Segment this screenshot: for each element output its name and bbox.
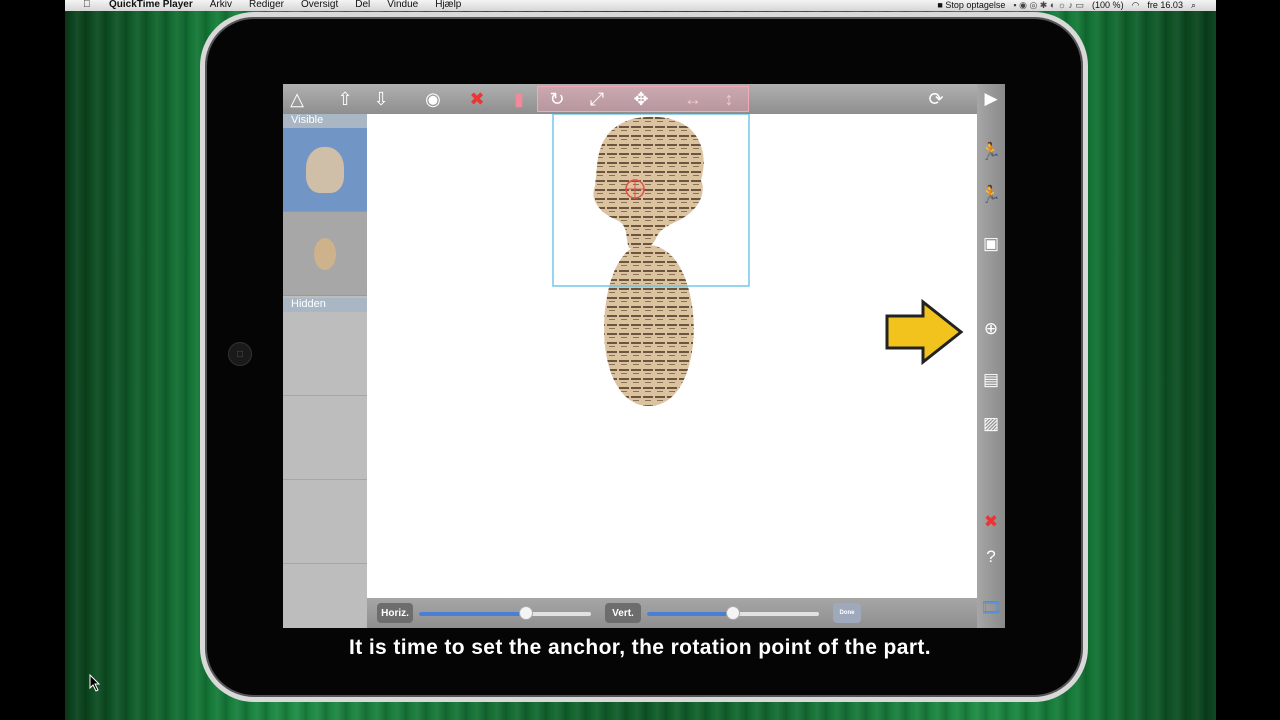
delete-icon[interactable]: ✖ — [465, 88, 489, 110]
visible-label: Visible — [283, 114, 367, 128]
spotlight-icon[interactable]: ⌕ — [1191, 0, 1196, 10]
bottom-toolbar: Horiz. Vert. Done — [367, 598, 977, 628]
parts-panel: Visible Hidden — [283, 114, 367, 628]
puppet-body — [604, 244, 694, 406]
vert-slider-fill — [647, 612, 733, 616]
layer-icon[interactable]: ▮ — [507, 88, 531, 110]
arrow-up-icon[interactable]: ⇧ — [333, 88, 357, 110]
menu-oversigt[interactable]: Oversigt — [301, 0, 338, 10]
arrow-down-icon[interactable]: ⇩ — [369, 88, 393, 110]
export-icon[interactable]: ▨ — [979, 412, 1003, 436]
menu-del[interactable]: Del — [355, 0, 370, 10]
image-icon[interactable]: ▣ — [979, 232, 1003, 256]
horiz-slider[interactable] — [419, 606, 591, 620]
expand-icon[interactable]: ⤢ — [585, 88, 609, 110]
delete-puppet-icon[interactable]: ✖ — [979, 510, 1003, 534]
horiz-slider-knob[interactable] — [518, 606, 533, 620]
part-thumbnail-body[interactable] — [283, 212, 367, 296]
vert-button[interactable]: Vert. — [605, 603, 641, 623]
apple-icon[interactable]:  — [83, 0, 91, 10]
app-screen: △ ⇧ ⇩ ◉ ✖ ▮ ↻ ⤢ ✥ ↔ ↕ ⟳ ▶ 🏃 🏃 ▣ ⊕ ▤ ▨ ✖ … — [283, 84, 1005, 628]
home-button[interactable]: □ — [228, 342, 252, 366]
puppet-head — [593, 116, 704, 250]
horiz-button[interactable]: Horiz. — [377, 603, 413, 623]
undo-icon[interactable]: ⟳ — [924, 88, 948, 110]
battery-status: (100 %) — [1092, 0, 1124, 10]
subtitle-caption: It is time to set the anchor, the rotati… — [348, 636, 932, 659]
empty-slot[interactable] — [283, 564, 367, 628]
puppet-2-icon[interactable]: 🏃 — [979, 183, 1003, 207]
done-button[interactable]: Done — [833, 603, 861, 623]
empty-slot[interactable] — [283, 312, 367, 396]
top-toolbar: △ ⇧ ⇩ ◉ ✖ ▮ ↻ ⤢ ✥ ↔ ↕ ⟳ — [283, 84, 977, 114]
empty-slot[interactable] — [283, 480, 367, 564]
eye-icon[interactable]: ◉ — [421, 88, 445, 110]
horiz-slider-fill — [419, 612, 526, 616]
vert-slider[interactable] — [647, 606, 819, 620]
yellow-arrow-pointer-icon — [885, 298, 964, 366]
save-icon[interactable]: ▤ — [979, 368, 1003, 392]
hidden-label: Hidden — [283, 298, 367, 312]
film-icon[interactable]: 🎞 — [979, 596, 1003, 620]
stop-recording-item[interactable]: ■ Stop optagelse — [937, 0, 1005, 10]
editing-canvas[interactable] — [367, 113, 977, 598]
horizontal-move-icon[interactable]: ↔ — [681, 88, 705, 110]
wifi-icon[interactable]: ◠ — [1132, 0, 1140, 10]
anchor-icon[interactable]: ⊕ — [979, 317, 1003, 341]
play-icon[interactable]: ▶ — [979, 87, 1003, 111]
part-thumbnail-head[interactable] — [283, 128, 367, 212]
clock[interactable]: fre 16.03 — [1147, 0, 1183, 10]
arrow-up-outline-icon[interactable]: △ — [285, 88, 309, 110]
body-thumb-image — [314, 237, 336, 270]
mouse-cursor-icon — [89, 674, 101, 692]
puppet-icon[interactable]: 🏃 — [979, 140, 1003, 164]
menu-hjaelp[interactable]: Hjælp — [435, 0, 461, 10]
menu-rediger[interactable]: Rediger — [249, 0, 284, 10]
menubar:  QuickTime Player Arkiv Rediger Oversig… — [65, 0, 1216, 11]
help-icon[interactable]: ? — [979, 545, 1003, 569]
puppet-figure — [552, 113, 964, 406]
head-thumb-image — [306, 146, 344, 193]
menu-vindue[interactable]: Vindue — [387, 0, 418, 10]
vert-slider-knob[interactable] — [726, 606, 740, 620]
status-icons: ▪ ◉ ◎ ✱ ◐ ☼ ♪ ▭ — [1013, 0, 1085, 10]
right-sidebar: ▶ 🏃 🏃 ▣ ⊕ ▤ ▨ ✖ ? 🎞 — [977, 84, 1005, 628]
move-icon[interactable]: ✥ — [629, 88, 653, 110]
menu-arkiv[interactable]: Arkiv — [210, 0, 232, 10]
vertical-move-icon[interactable]: ↕ — [717, 88, 741, 110]
app-menu[interactable]: QuickTime Player — [109, 0, 193, 10]
rotate-icon[interactable]: ↻ — [545, 88, 569, 110]
empty-slot[interactable] — [283, 396, 367, 480]
